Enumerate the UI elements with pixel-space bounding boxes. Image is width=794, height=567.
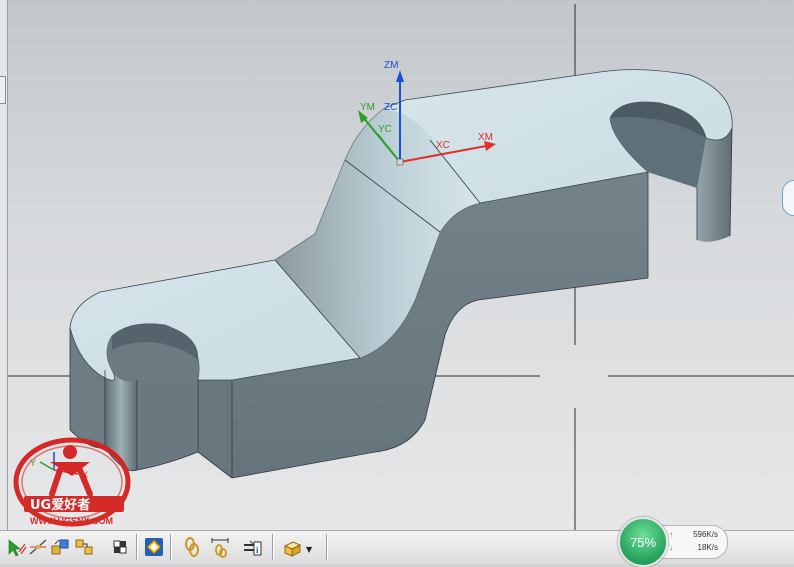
toolbar-separator [170, 534, 171, 560]
logo-url-text: WWW.UGSNX.COM [30, 516, 113, 526]
bracket-part[interactable] [69, 69, 733, 479]
assembly-icon[interactable] [72, 535, 96, 559]
toolbar-separator [272, 534, 273, 560]
ug-logo-watermark: UG爱好者 WWW.UGSNX.COM [13, 437, 131, 527]
axis-label-xm: XM [478, 132, 493, 143]
axis-label-zm: ZM [384, 60, 398, 71]
view-orient-icon[interactable] [108, 535, 132, 559]
resource-bar-tab[interactable] [0, 76, 6, 104]
upload-arrow-icon: ↑ [669, 530, 673, 539]
display-fit-icon[interactable] [142, 535, 166, 559]
display-mode-dropdown[interactable]: ▼ [306, 545, 312, 554]
measure-icon[interactable] [208, 535, 232, 559]
select-filter-icon[interactable] [4, 535, 28, 559]
axis-label-xc: XC [436, 140, 450, 151]
chain-link-icon[interactable] [180, 535, 204, 559]
upload-speed: ↑ 596K/s [669, 530, 718, 539]
snap-point-icon[interactable] [26, 535, 50, 559]
model-canvas[interactable]: ZM ZC YM YC XM XC Y X UG爱好者 WWW.UGSNX.CO… [0, 0, 794, 530]
right-dock-tab[interactable] [782, 180, 794, 216]
logo-brand-text: UG爱好者 [30, 497, 90, 513]
axis-label-yc: YC [378, 124, 392, 135]
axis-label-zc: ZC [384, 102, 397, 113]
download-speed: ↓ 18K/s [669, 543, 718, 552]
display-mode-icon[interactable] [280, 535, 304, 559]
graphics-viewport[interactable]: ZM ZC YM YC XM XC Y X UG爱好者 WWW.UGSNX.CO… [0, 0, 794, 530]
toolbar-separator [326, 534, 327, 560]
axis-label-ym: YM [360, 102, 375, 113]
part-navigator-icon[interactable] [48, 535, 72, 559]
part-front-face-left[interactable] [198, 380, 232, 478]
part-left-slot-wall[interactable] [105, 370, 137, 471]
network-speed-widget[interactable]: ↑ 596K/s ↓ 18K/s 75% [618, 517, 728, 567]
download-arrow-icon: ↓ [669, 543, 673, 552]
toolbar-separator [136, 534, 137, 560]
info-icon[interactable]: i [240, 535, 264, 559]
memory-percent-badge[interactable]: 75% [618, 517, 668, 567]
